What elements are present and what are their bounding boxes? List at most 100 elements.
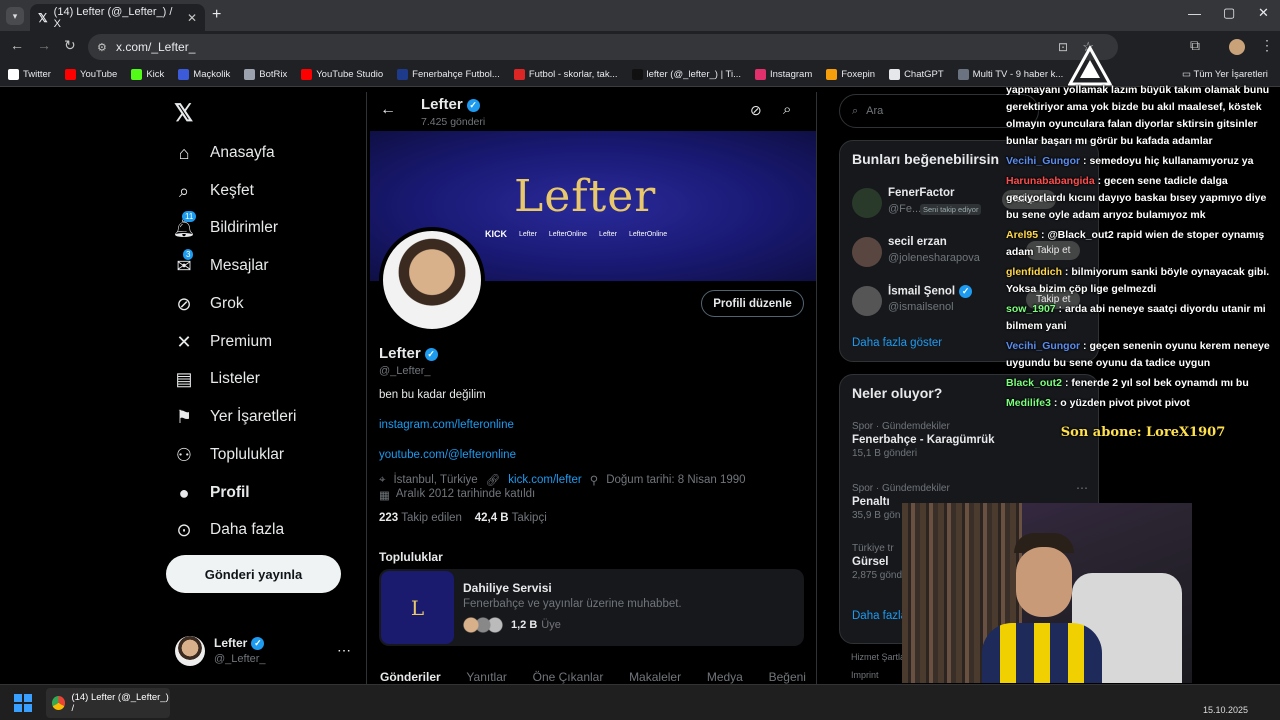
nav-profile[interactable]: ● Profil	[174, 483, 250, 503]
browser-tab[interactable]: 𝕏 (14) Lefter (@_Lefter_) / X ✕	[30, 4, 205, 31]
maximize-button[interactable]: ▢	[1223, 5, 1235, 21]
bookmark-item[interactable]: YouTube	[64, 69, 117, 80]
bookmark-favicon-icon	[397, 69, 409, 80]
bookmark-item[interactable]: Foxepin	[826, 69, 875, 80]
instagram-link[interactable]: instagram.com/lefteronline	[379, 419, 514, 431]
nav-more[interactable]: ⊙ Daha fazla	[174, 520, 284, 540]
post-button[interactable]: Gönderi yayınla	[166, 555, 341, 593]
nav-communities[interactable]: ⚇ Topluluklar	[174, 445, 284, 465]
tab-media[interactable]: Medya	[707, 670, 743, 684]
bookmark-item[interactable]: Instagram	[755, 69, 812, 80]
edit-profile-button[interactable]: Profili düzenle	[701, 290, 804, 317]
site-info-icon[interactable]: ⚙	[97, 41, 107, 54]
chat-message: Vecihi_Gungor : geçen senenin oyunu kere…	[1006, 340, 1270, 369]
close-tab-icon[interactable]: ✕	[187, 11, 197, 25]
more-circle-icon: ⊙	[176, 519, 192, 540]
nav-bookmarks[interactable]: ⚑ Yer İşaretleri	[174, 407, 297, 427]
divider	[366, 92, 367, 692]
more-dots-icon[interactable]: ⋯	[337, 642, 351, 659]
nav-grok[interactable]: ⊘ Grok	[174, 294, 243, 314]
message-badge: 3	[183, 249, 194, 260]
bookmark-item[interactable]: Futbol - skorlar, tak...	[513, 69, 618, 80]
new-tab-button[interactable]: +	[212, 6, 221, 24]
banner-socials: KICK Lefter LefterOnline Lefter LefterOnline	[485, 229, 668, 239]
nav-home[interactable]: ⌂ Anasayfa	[174, 143, 275, 163]
back-arrow-icon[interactable]: ←	[380, 101, 396, 119]
footer-terms[interactable]: Hizmet Şartla	[851, 652, 905, 662]
bookmark-item[interactable]: Fenerbahçe Futbol...	[397, 69, 500, 80]
tab-highlights[interactable]: Öne Çıkanlar	[533, 670, 604, 684]
bookmark-favicon-icon	[957, 69, 969, 80]
back-icon[interactable]: ←	[10, 37, 24, 53]
bookmark-favicon-icon	[755, 69, 766, 80]
link-icon: 🔗︎	[485, 475, 501, 487]
grok-icon[interactable]: ⊘	[750, 102, 762, 119]
member-avatars	[463, 617, 507, 633]
tab-search-button[interactable]: ▾	[6, 7, 24, 25]
nav-notifications[interactable]: 🔔︎ 11 Bildirimler	[172, 211, 278, 238]
bell-icon: 🔔︎ 11	[172, 211, 197, 238]
community-card[interactable]: L Dahiliye Servisi Fenerbahçe ve yayınla…	[379, 569, 804, 646]
footer-imprint[interactable]: Imprint	[851, 670, 879, 680]
chrome-icon	[52, 696, 66, 710]
address-bar[interactable]: ⚙ x.com/_Lefter_ ⊡ ☆	[88, 34, 1118, 60]
bookmark-item[interactable]: lefter (@_lefter_) | Ti...	[631, 69, 741, 80]
chat-list: Vecihi_Gungor : semedoyu hiç kullanamıyo…	[1006, 153, 1280, 412]
search-icon[interactable]: ⌕	[783, 101, 791, 118]
tab-posts[interactable]: Gönderiler	[380, 670, 441, 684]
bookmark-item[interactable]: YouTube Studio	[301, 69, 383, 80]
trend-item[interactable]: Türkiye tr Gürsel 2,875 gönd	[852, 543, 902, 581]
website-link[interactable]: kick.com/lefter	[508, 474, 582, 486]
windows-start-icon[interactable]	[14, 694, 32, 712]
nav-explore[interactable]: ⌕ Keşfet	[174, 181, 254, 201]
bookmark-item[interactable]: BotRix	[244, 69, 287, 80]
bookmark-favicon-icon	[513, 69, 525, 80]
trend-item[interactable]: Spor · Gündemdekiler Fenerbahçe - Karagü…	[852, 421, 995, 459]
tab-replies[interactable]: Yanıtlar	[466, 670, 506, 684]
all-bookmarks[interactable]: ▭ Tüm Yer İşaretleri	[1182, 69, 1268, 80]
following-link[interactable]: 223 Takip edilen	[379, 512, 462, 524]
verified-icon: ✓	[251, 637, 265, 651]
x-favicon-icon: 𝕏	[38, 10, 48, 25]
reload-icon[interactable]: ↻	[64, 37, 76, 54]
bookmark-item[interactable]: Twitter	[8, 69, 51, 80]
verified-icon: ✓	[959, 285, 973, 298]
mail-icon: ✉ 3	[176, 249, 194, 276]
community-desc: Fenerbahçe ve yayınlar üzerine muhabbet.	[463, 598, 682, 610]
tab-likes[interactable]: Beğeni	[769, 670, 806, 684]
forward-icon[interactable]: →	[37, 37, 51, 53]
community-name: Dahiliye Servisi	[463, 581, 552, 595]
community-members: 1,2 B Üye	[463, 617, 561, 633]
profile-meta: ⌖ İstanbul, Türkiye 🔗︎ kick.com/lefter ⚲ Do…	[379, 473, 746, 488]
avatar	[852, 286, 882, 316]
close-window-button[interactable]: ✕	[1258, 5, 1269, 21]
profile-avatar[interactable]	[379, 227, 485, 333]
bookmark-item[interactable]: Maçkolik	[178, 69, 230, 80]
show-more-link[interactable]: Daha fazla göster	[852, 337, 942, 349]
divider	[816, 92, 817, 692]
url-text: x.com/_Lefter_	[116, 40, 196, 54]
youtube-link[interactable]: youtube.com/@lefteronline	[379, 449, 516, 461]
taskbar-chrome-window[interactable]: (14) Lefter (@_Lefter_) /	[46, 688, 170, 718]
minimize-button[interactable]: —	[1188, 6, 1201, 21]
account-switcher[interactable]: Lefter ✓ @_Lefter_ ⋯	[175, 634, 355, 670]
install-icon[interactable]: ⊡	[1058, 40, 1068, 54]
profile-handle: @_Lefter_	[379, 365, 431, 377]
menu-icon[interactable]: ⋮	[1260, 37, 1274, 54]
nav-messages[interactable]: ✉ 3 Mesajlar	[174, 249, 269, 276]
x-logo-icon[interactable]: 𝕏	[174, 99, 193, 128]
bookmark-item[interactable]: Kick	[131, 69, 164, 80]
tab-articles[interactable]: Makaleler	[629, 670, 681, 684]
bookmark-favicon-icon	[8, 69, 19, 80]
nav-lists[interactable]: ▤ Listeler	[174, 369, 259, 389]
bookmark-item[interactable]: Multi TV - 9 haber k...	[957, 69, 1063, 80]
bookmark-item[interactable]: ChatGPT	[889, 69, 944, 80]
trends-more-link[interactable]: Daha fazla	[852, 610, 907, 622]
followers-link[interactable]: 42,4 B Takipçi	[475, 512, 547, 524]
profile-avatar[interactable]	[1229, 39, 1245, 55]
extensions-icon[interactable]: ⧉	[1190, 37, 1200, 54]
nav-premium[interactable]: ✕ Premium	[174, 332, 272, 352]
avatar	[852, 188, 882, 218]
chat-message: yapmayanı yollamak lazım büyük takım ola…	[1006, 84, 1270, 147]
home-icon: ⌂	[178, 142, 190, 163]
